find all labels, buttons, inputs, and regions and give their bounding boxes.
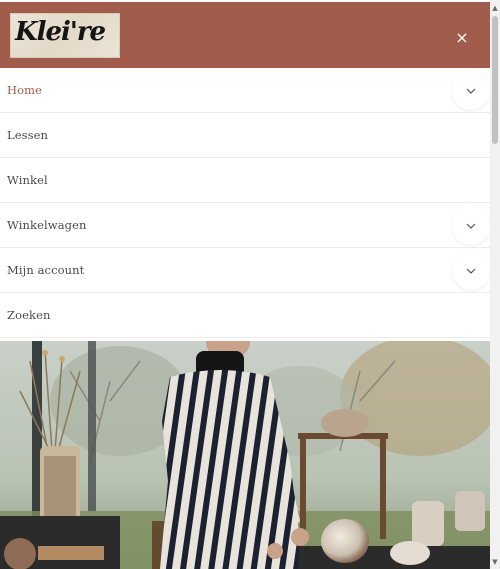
site-header: Klei're ×: [0, 2, 490, 68]
menu-link-winkel[interactable]: Winkel: [0, 173, 48, 187]
menu-item-mijn-account: Mijn account: [0, 248, 490, 293]
mobile-menu-viewport: Klei're × Home Lessen Winkel Winkelwagen…: [0, 0, 490, 569]
vertical-scrollbar[interactable]: ▲ ▼: [490, 0, 500, 569]
menu-link-zoeken[interactable]: Zoeken: [0, 308, 51, 322]
scroll-up-arrow-icon[interactable]: ▲: [490, 2, 500, 14]
mobile-navigation-menu: Home Lessen Winkel Winkelwagen Mijn acco…: [0, 68, 490, 338]
submenu-toggle-winkelwagen[interactable]: [452, 207, 490, 245]
close-icon: ×: [455, 27, 469, 47]
chevron-down-icon: [466, 88, 476, 94]
site-logo[interactable]: Klei're: [10, 13, 120, 58]
menu-item-home: Home: [0, 68, 490, 113]
chevron-down-icon: [466, 223, 476, 229]
scroll-down-arrow-icon[interactable]: ▼: [490, 556, 500, 568]
menu-link-winkelwagen[interactable]: Winkelwagen: [0, 218, 87, 232]
menu-link-home[interactable]: Home: [0, 83, 42, 97]
hero-photo: [0, 341, 490, 569]
menu-item-zoeken: Zoeken: [0, 293, 490, 338]
submenu-toggle-mijn-account[interactable]: [452, 252, 490, 290]
menu-link-lessen[interactable]: Lessen: [0, 128, 48, 142]
chevron-down-icon: [466, 268, 476, 274]
menu-item-lessen: Lessen: [0, 113, 490, 158]
scrollbar-thumb[interactable]: [492, 16, 498, 144]
logo-text: Klei're: [15, 17, 106, 47]
close-menu-button[interactable]: ×: [448, 23, 476, 51]
menu-link-mijn-account[interactable]: Mijn account: [0, 263, 84, 277]
menu-item-winkel: Winkel: [0, 158, 490, 203]
menu-item-winkelwagen: Winkelwagen: [0, 203, 490, 248]
submenu-toggle-home[interactable]: [452, 72, 490, 110]
hero-image: [0, 341, 490, 569]
